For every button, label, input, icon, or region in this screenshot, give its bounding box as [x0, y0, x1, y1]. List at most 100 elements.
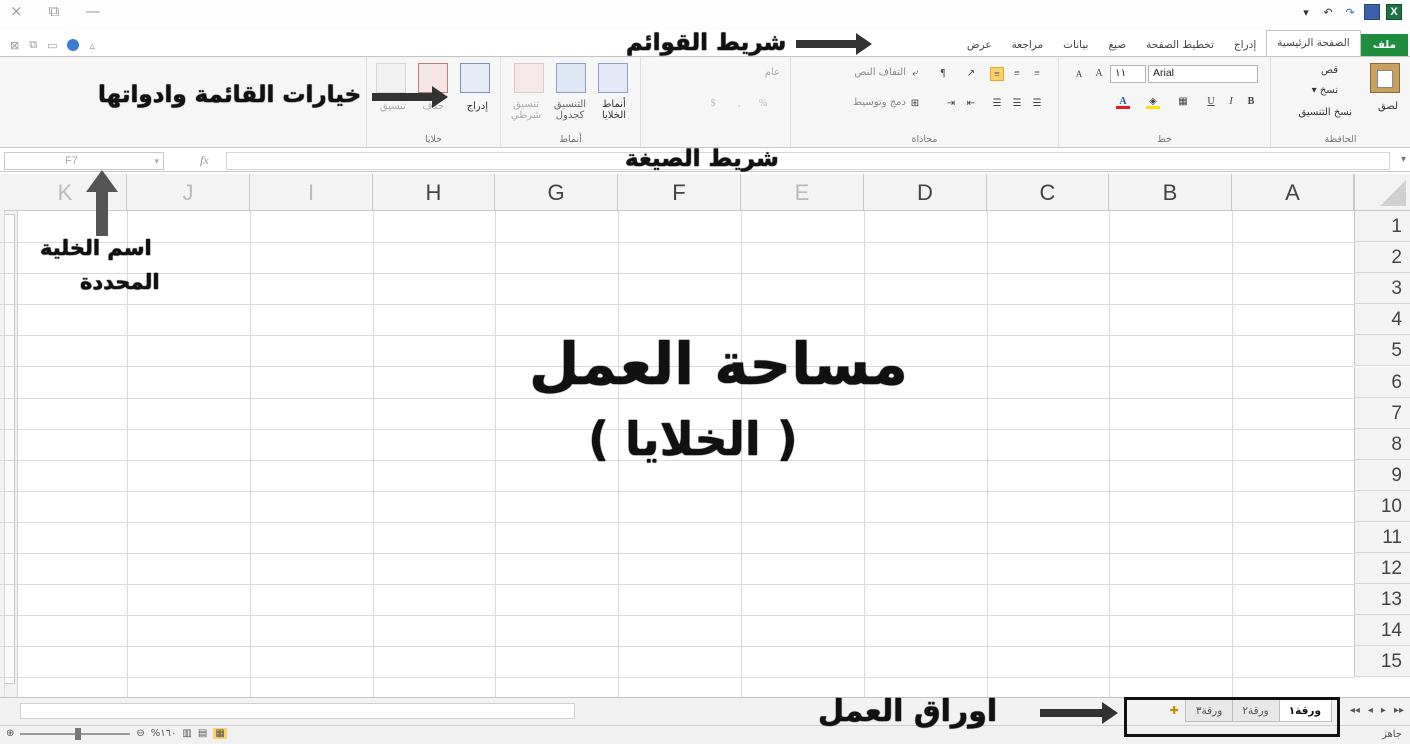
vertical-scroll-thumb[interactable] — [4, 214, 15, 684]
tab-data[interactable]: بيانات — [1053, 34, 1098, 56]
normal-view-icon[interactable]: ▦ — [213, 728, 227, 739]
column-header-h[interactable]: H — [373, 174, 495, 211]
italic-button[interactable]: I — [1224, 95, 1238, 109]
name-box[interactable]: F7 ▾ — [4, 152, 164, 170]
zoom-level[interactable]: %١٦٠ — [151, 728, 177, 739]
align-right-icon[interactable]: ☰ — [990, 97, 1004, 111]
merge-center-button[interactable]: دمج وتوسيط — [853, 97, 906, 108]
tab-view[interactable]: عرض — [957, 34, 1002, 56]
redo-icon[interactable]: ↷ — [1342, 4, 1358, 20]
text-direction-icon[interactable]: ¶ — [936, 67, 950, 81]
row-header-9[interactable]: 9 — [1354, 459, 1410, 491]
conditional-format-icon[interactable] — [514, 63, 544, 93]
underline-button[interactable]: U — [1204, 95, 1218, 109]
close-workbook-icon[interactable]: ⊠ — [10, 39, 19, 52]
row-header-10[interactable]: 10 — [1354, 490, 1410, 522]
row-header-4[interactable]: 4 — [1354, 304, 1410, 336]
shrink-font-icon[interactable]: A — [1072, 67, 1086, 81]
restore-workbook-icon[interactable]: ⧉ — [29, 38, 37, 52]
row-header-11[interactable]: 11 — [1354, 522, 1410, 553]
percent-icon[interactable]: % — [756, 97, 770, 111]
column-header-i[interactable]: I — [250, 174, 373, 211]
column-header-g[interactable]: G — [495, 174, 618, 211]
page-layout-view-icon[interactable]: ▤ — [198, 728, 207, 739]
undo-icon[interactable]: ↶ — [1320, 4, 1336, 20]
align-bottom-icon[interactable]: ≡ — [990, 67, 1004, 81]
select-all-corner[interactable] — [1354, 174, 1410, 211]
format-painter-button[interactable]: نسخ التنسيق — [1299, 107, 1352, 118]
wrap-text-icon[interactable]: ⤶ — [908, 67, 922, 81]
row-header-3[interactable]: 3 — [1354, 273, 1410, 305]
restore-window-button[interactable]: ⧉ — [49, 2, 60, 20]
insert-cells-button[interactable]: إدراج — [467, 101, 488, 112]
row-header-1[interactable]: 1 — [1354, 211, 1410, 242]
column-header-f[interactable]: F — [618, 174, 741, 211]
row-header-15[interactable]: 15 — [1354, 646, 1410, 678]
page-break-view-icon[interactable]: ▥ — [182, 728, 191, 739]
format-table-button[interactable]: التنسيق كجدول — [548, 99, 592, 121]
row-header-14[interactable]: 14 — [1354, 615, 1410, 647]
indent-increase-icon[interactable]: ⇥ — [944, 97, 958, 111]
expand-formula-icon[interactable]: ▾ — [1401, 154, 1406, 165]
format-cells-button[interactable]: تنسيق — [380, 101, 406, 112]
align-top-icon[interactable]: ≡ — [1030, 67, 1044, 81]
bold-button[interactable]: B — [1244, 95, 1258, 109]
row-header-8[interactable]: 8 — [1354, 428, 1410, 460]
formula-input[interactable] — [226, 152, 1390, 170]
copy-button[interactable]: نسخ ▾ — [1312, 85, 1338, 96]
tab-page-layout[interactable]: تخطيط الصفحة — [1136, 34, 1224, 56]
save-icon[interactable] — [1364, 4, 1380, 20]
vertical-scrollbar[interactable] — [0, 174, 18, 697]
tab-file[interactable]: ملف — [1360, 34, 1408, 56]
format-table-icon[interactable] — [556, 63, 586, 93]
column-header-c[interactable]: C — [987, 174, 1109, 211]
align-center-icon[interactable]: ☰ — [1010, 97, 1024, 111]
paste-icon[interactable] — [1370, 63, 1400, 93]
row-header-13[interactable]: 13 — [1354, 584, 1410, 616]
paste-button[interactable]: لصق — [1378, 101, 1398, 112]
prev-sheet-button[interactable]: ◂ — [1368, 705, 1373, 716]
align-left-icon[interactable]: ☰ — [1030, 97, 1044, 111]
borders-icon[interactable]: ▦ — [1176, 95, 1190, 109]
insert-function-icon[interactable]: fx — [200, 153, 209, 168]
indent-decrease-icon[interactable]: ⇤ — [964, 97, 978, 111]
cell-styles-icon[interactable] — [598, 63, 628, 93]
column-header-e[interactable]: E — [741, 174, 864, 211]
tab-formulas[interactable]: صيغ — [1098, 34, 1136, 56]
row-header-12[interactable]: 12 — [1354, 553, 1410, 585]
conditional-format-button[interactable]: تنسيق شرطي — [506, 99, 546, 121]
insert-cells-icon[interactable] — [460, 63, 490, 93]
tab-home[interactable]: الصفحة الرئيسية — [1266, 30, 1361, 56]
font-size-box[interactable]: ١١ — [1110, 65, 1146, 83]
customize-qat-icon[interactable]: ▾ — [1298, 4, 1314, 20]
name-box-dropdown-icon[interactable]: ▾ — [154, 153, 159, 169]
wrap-text-button[interactable]: التفاف النص — [854, 67, 906, 78]
column-header-b[interactable]: B — [1109, 174, 1232, 211]
collapse-ribbon-icon[interactable]: ▵ — [89, 39, 95, 52]
align-middle-icon[interactable]: ≡ — [1010, 67, 1024, 81]
merge-center-icon[interactable]: ⊞ — [908, 97, 922, 111]
column-header-j[interactable]: J — [127, 174, 250, 211]
cut-button[interactable]: قص — [1321, 65, 1338, 76]
orientation-icon[interactable]: ↗ — [964, 67, 978, 81]
comma-icon[interactable]: , — [732, 97, 746, 111]
font-color-icon[interactable]: A — [1116, 95, 1130, 109]
zoom-out-icon[interactable]: ⊖ — [136, 728, 144, 739]
fill-color-icon[interactable]: ◈ — [1146, 95, 1160, 109]
minimize-window-button[interactable]: — — [85, 2, 100, 20]
currency-icon[interactable]: $ — [706, 97, 720, 111]
next-sheet-button[interactable]: ▸ — [1381, 705, 1386, 716]
tab-review[interactable]: مراجعة — [1002, 34, 1054, 56]
zoom-slider[interactable] — [20, 727, 131, 740]
tab-insert[interactable]: إدراج — [1224, 34, 1266, 56]
format-cells-icon[interactable] — [376, 63, 406, 93]
number-format-box[interactable]: عام — [765, 67, 780, 78]
cell-styles-button[interactable]: أنماط الخلايا — [594, 99, 634, 121]
horizontal-scrollbar[interactable] — [20, 703, 575, 719]
column-header-d[interactable]: D — [864, 174, 987, 211]
close-window-button[interactable]: × — [10, 2, 23, 20]
font-name-box[interactable]: Arial — [1148, 65, 1258, 83]
zoom-in-icon[interactable]: ⊕ — [6, 728, 14, 739]
first-sheet-button[interactable]: ◂◂ — [1350, 705, 1360, 716]
minimize-workbook-icon[interactable]: ▭ — [47, 39, 57, 52]
